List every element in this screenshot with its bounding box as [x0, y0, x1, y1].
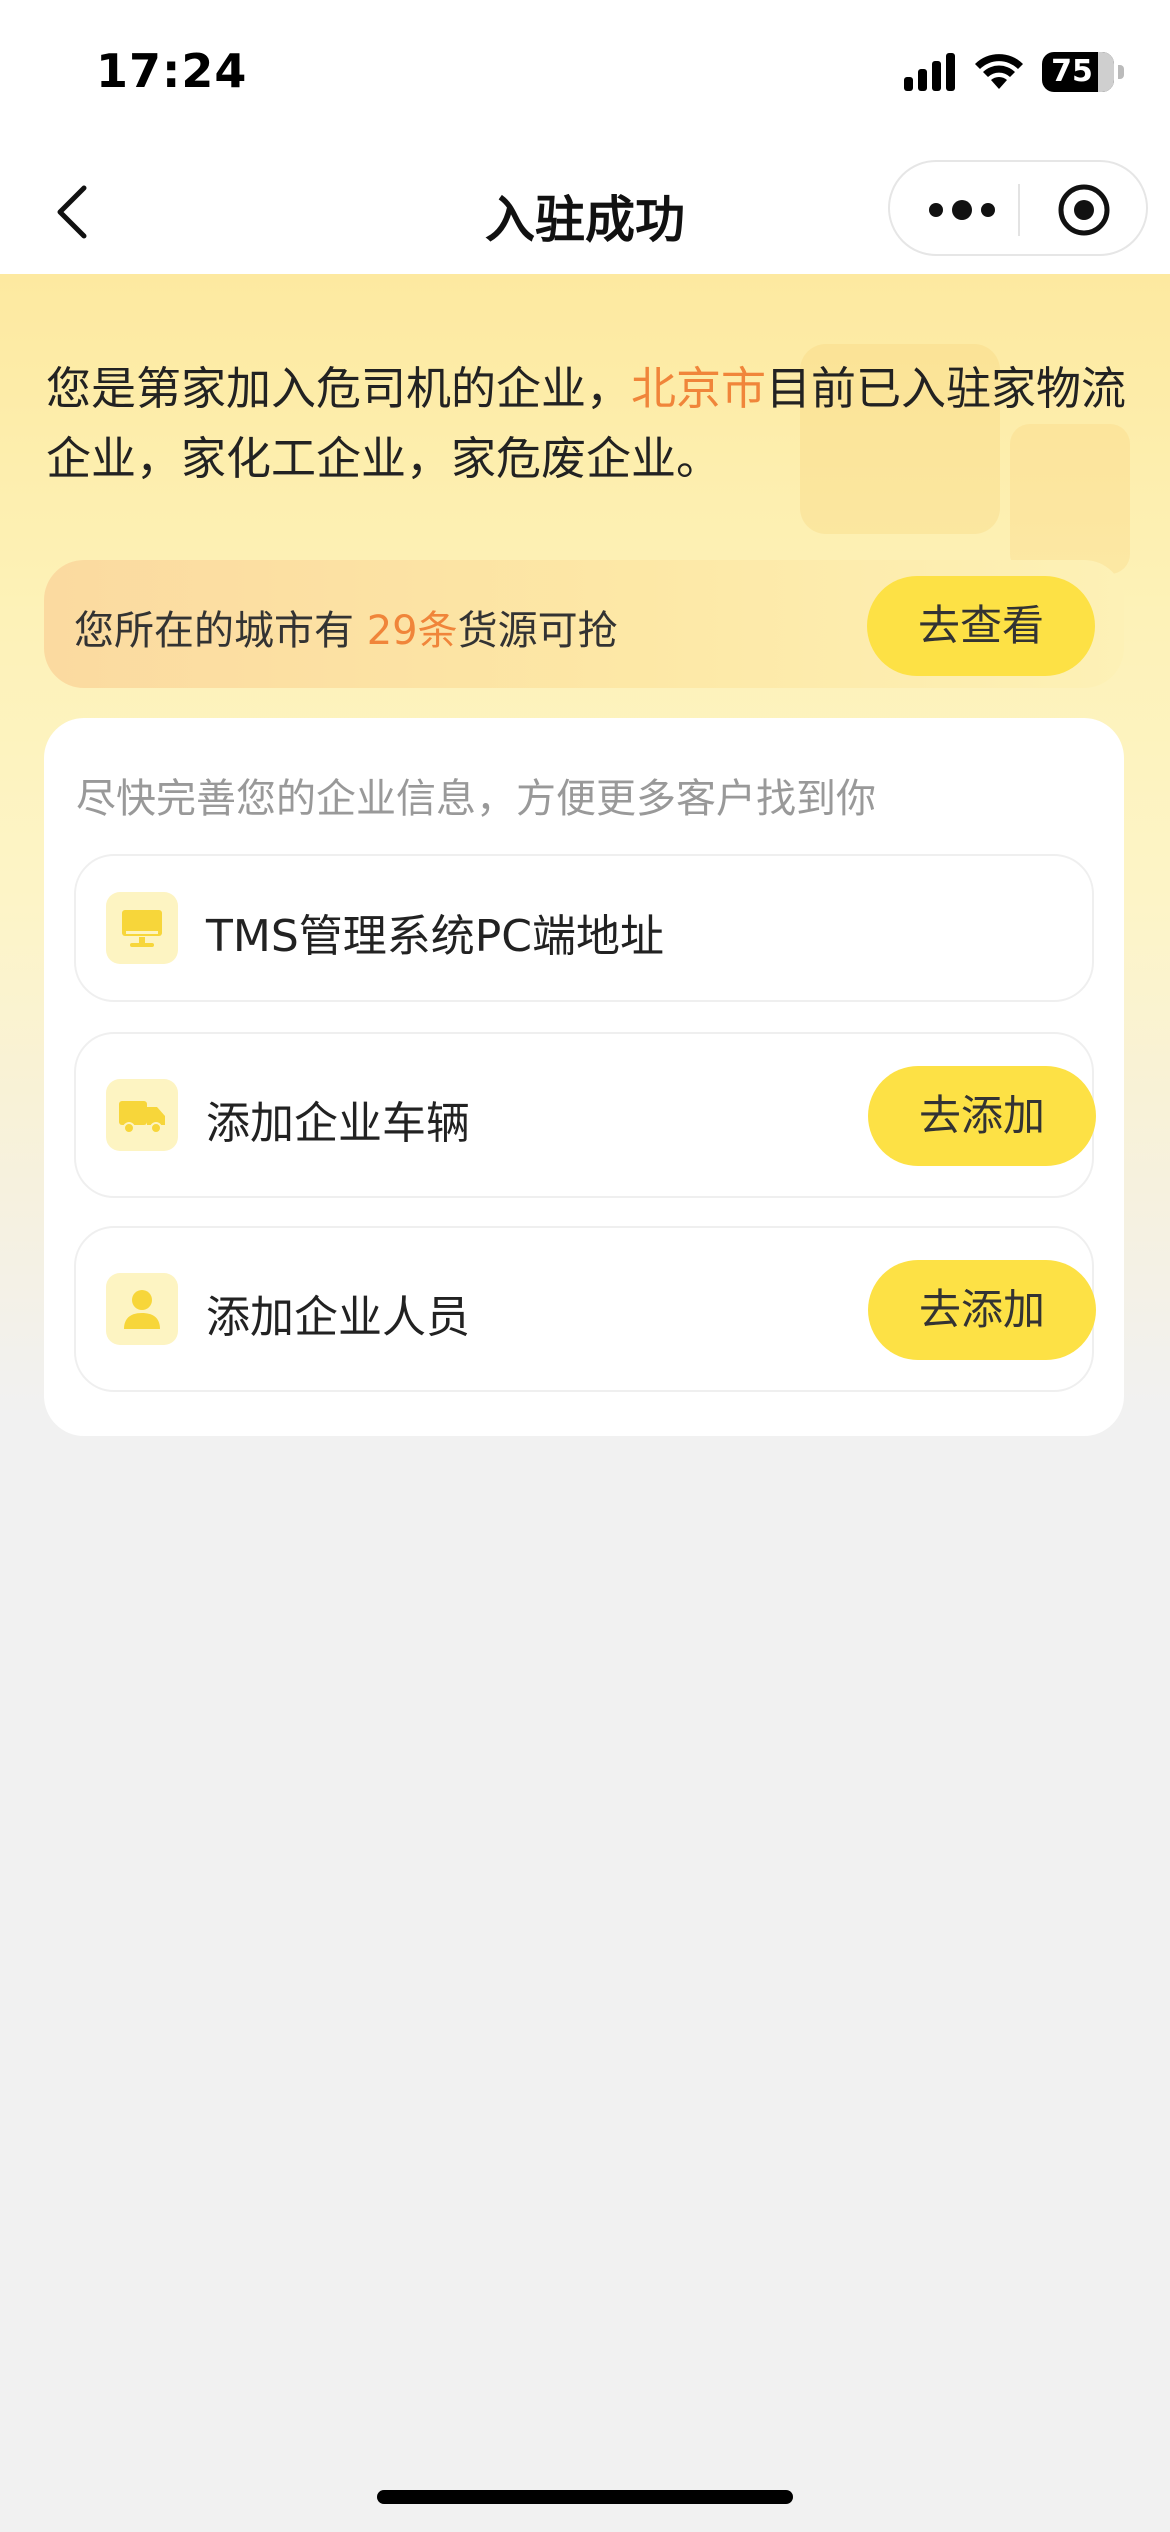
page: 17:24 75 入驻成功 您是第家加入危司机的企业，北京市目前已入驻家物流企业… [0, 0, 1170, 2532]
cargo-prefix: 您所在的城市有 [74, 608, 367, 654]
join-summary: 您是第家加入危司机的企业，北京市目前已入驻家物流企业，家化工企业，家危废企业。 [46, 354, 1136, 494]
list-item-label: 添加企业车辆 [206, 1098, 470, 1149]
close-miniprogram-icon[interactable] [1056, 182, 1112, 238]
truck-icon [106, 1079, 178, 1151]
person-icon [106, 1273, 178, 1345]
view-cargo-button[interactable]: 去查看 [867, 576, 1095, 676]
list-item-tms-address[interactable]: TMS管理系统PC端地址 [74, 854, 1094, 1002]
status-time: 17:24 [96, 44, 248, 98]
cargo-text: 您所在的城市有 29条货源可抢 [74, 598, 618, 656]
home-indicator[interactable] [377, 2490, 793, 2504]
capsule-divider [1018, 184, 1020, 236]
battery-icon: 75 [1042, 52, 1124, 92]
list-item-label: TMS管理系统PC端地址 [206, 911, 665, 962]
cargo-banner: 您所在的城市有 29条货源可抢 去查看 [44, 560, 1124, 688]
add-vehicle-button[interactable]: 去添加 [868, 1066, 1096, 1166]
status-icons: 75 [904, 52, 1124, 92]
card-hint: 尽快完善您的企业信息，方便更多客户找到你 [76, 776, 876, 822]
battery-level: 75 [1051, 54, 1093, 89]
summary-part1: 您是第家加入危司机的企业， [46, 362, 632, 415]
cargo-suffix: 货源可抢 [457, 608, 618, 654]
monitor-icon [106, 892, 178, 964]
list-item-add-vehicle: 添加企业车辆 去添加 [74, 1032, 1096, 1198]
more-icon[interactable] [922, 184, 1002, 236]
nav-bar: 入驻成功 [0, 150, 1170, 274]
list-item-add-staff: 添加企业人员 去添加 [74, 1226, 1096, 1392]
wifi-icon [975, 54, 1023, 89]
status-bar: 17:24 75 [0, 0, 1170, 150]
city-name: 北京市 [631, 362, 767, 415]
add-staff-button[interactable]: 去添加 [868, 1260, 1096, 1360]
miniprogram-capsule [888, 160, 1148, 256]
cargo-count: 29条 [366, 608, 458, 654]
list-item-label: 添加企业人员 [206, 1292, 470, 1343]
company-info-card: 尽快完善您的企业信息，方便更多客户找到你 TMS管理系统PC端地址 添加企业车辆… [44, 718, 1124, 1436]
signal-icon [904, 53, 955, 91]
